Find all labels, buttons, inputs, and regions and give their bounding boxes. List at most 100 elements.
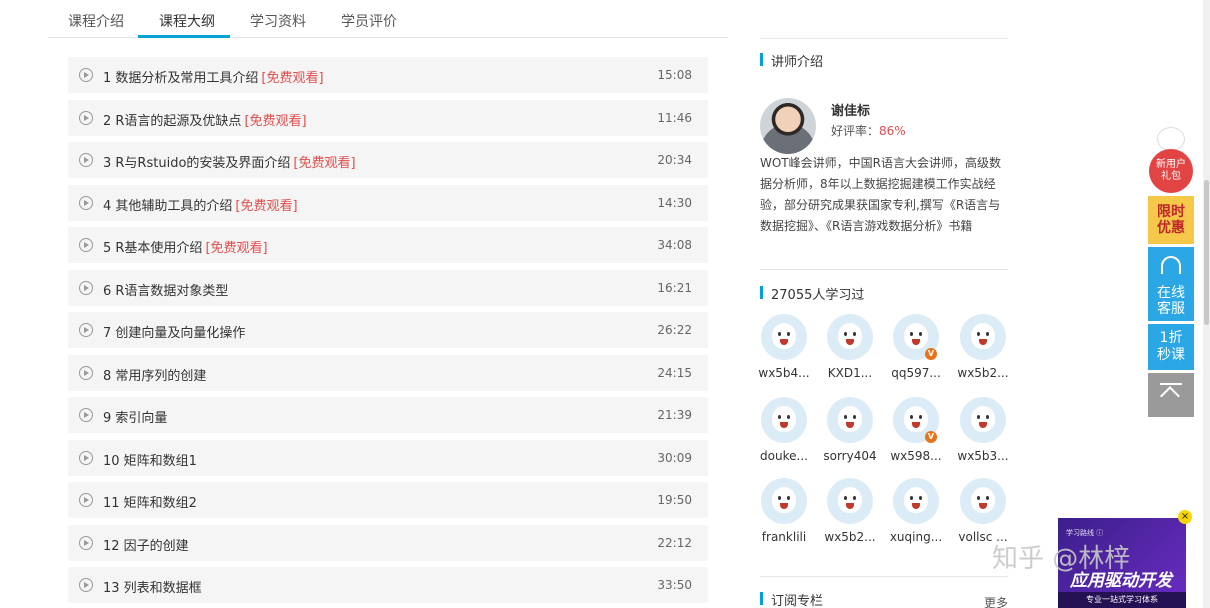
discount-line1: 1折: [1159, 330, 1183, 346]
discount-course-button[interactable]: 1折 秒课: [1148, 324, 1194, 370]
avatar-mouth: [912, 503, 920, 509]
ad-small-text: 学习路线 ⓘ: [1066, 529, 1104, 537]
avatar-mouth: [912, 339, 920, 345]
learner-item[interactable]: wx5b2...: [819, 478, 881, 544]
free-view-tag[interactable]: [免费观看]: [244, 114, 306, 129]
learner-item[interactable]: franklili: [753, 478, 815, 544]
learner-item[interactable]: douke...: [753, 397, 815, 463]
lesson-row[interactable]: 1 数据分析及常用工具介绍 [免费观看] 15:08: [68, 57, 708, 93]
online-service-line2: 客服: [1157, 301, 1185, 317]
learner-item[interactable]: wx5b3...: [952, 397, 1014, 463]
teacher-bio: WOT峰会讲师，中国R语言大会讲师，高级数据分析师，8年以上数据挖掘建模工作实战…: [760, 156, 1001, 233]
online-service-line1: 在线: [1157, 285, 1185, 301]
avatar-eyes: [844, 415, 856, 419]
teacher-section-title: 讲师介绍: [760, 51, 823, 70]
lesson-duration: 33:50: [657, 578, 692, 592]
teacher-name[interactable]: 谢佳标: [831, 100, 870, 119]
lesson-row[interactable]: 6 R语言数据对象类型 16:21: [68, 269, 708, 306]
lesson-title-text: 13 列表和数据框: [103, 581, 202, 596]
tab-course-intro[interactable]: 课程介绍: [68, 11, 124, 31]
lesson-title-text: 2 R语言的起源及优缺点: [103, 113, 242, 129]
new-user-gift-button[interactable]: 新用户 礼包: [1148, 127, 1194, 193]
lesson-row[interactable]: 3 R与Rstuido的安装及界面介绍 [免费观看] 20:34: [68, 142, 708, 178]
bear-avatar-icon: [960, 397, 1006, 443]
lesson-duration: 30:09: [657, 450, 692, 465]
scrollbar-thumb[interactable]: [1204, 180, 1209, 325]
free-view-tag[interactable]: [免费观看]: [205, 241, 267, 256]
learner-name: wx5b2...: [957, 366, 1009, 380]
lesson-title: 3 R与Rstuido的安装及界面介绍 [免费观看]: [103, 152, 356, 171]
lesson-row[interactable]: 5 R基本使用介绍 [免费观看] 34:08: [68, 227, 708, 263]
teacher-avatar[interactable]: [760, 98, 816, 154]
tab-student-reviews[interactable]: 学员评价: [341, 11, 397, 31]
lesson-row[interactable]: 11 矩阵和数组2 19:50: [68, 482, 708, 518]
lesson-row[interactable]: 10 矩阵和数组1 30:09: [68, 439, 708, 476]
free-view-tag[interactable]: [免费观看]: [293, 156, 355, 171]
play-icon: [79, 110, 93, 125]
learner-name: qq597...: [891, 366, 941, 380]
avatar-eyes: [910, 496, 922, 500]
rating-value: 86%: [879, 124, 906, 138]
bear-avatar-icon: [827, 314, 873, 360]
avatar-eyes: [977, 415, 989, 419]
online-service-button[interactable]: 在线 客服: [1148, 247, 1194, 321]
learner-item[interactable]: KXD1...: [819, 314, 881, 380]
lesson-duration: 19:50: [657, 493, 692, 507]
bear-avatar-icon: [761, 397, 807, 443]
lesson-duration: 24:15: [657, 365, 692, 380]
lesson-duration: 21:39: [657, 408, 692, 422]
bear-mascot-icon: [1157, 127, 1185, 151]
lesson-row[interactable]: 2 R语言的起源及优缺点 [免费观看] 11:46: [68, 99, 708, 136]
lesson-row[interactable]: 8 常用序列的创建 24:15: [68, 354, 708, 391]
learner-item[interactable]: wx5b2...: [952, 314, 1014, 380]
learner-name: wx5b2...: [824, 530, 876, 544]
avatar-mouth: [846, 422, 854, 428]
lesson-title: 6 R语言数据对象类型: [103, 280, 231, 299]
learner-item[interactable]: Vqq597...: [885, 314, 947, 380]
free-view-tag[interactable]: [免费观看]: [235, 199, 297, 214]
teacher-rating: 好评率：86%: [831, 122, 906, 139]
lesson-duration: 16:21: [657, 280, 692, 295]
back-to-top-button[interactable]: [1148, 373, 1194, 417]
avatar-eyes: [844, 332, 856, 336]
limited-offer-line2: 优惠: [1157, 220, 1185, 236]
lesson-title: 13 列表和数据框: [103, 577, 205, 596]
tab-course-outline[interactable]: 课程大纲: [159, 11, 215, 31]
learner-name: KXD1...: [827, 366, 873, 380]
lesson-duration: 11:46: [657, 110, 692, 125]
learner-item[interactable]: vollsc ...: [952, 478, 1014, 544]
lesson-row[interactable]: 12 因子的创建 22:12: [68, 524, 708, 561]
lesson-title-text: 3 R与Rstuido的安装及界面介绍: [103, 156, 291, 171]
lesson-title: 4 其他辅助工具的介绍 [免费观看]: [103, 195, 298, 214]
lesson-title: 10 矩阵和数组1: [103, 450, 200, 469]
avatar-eyes: [977, 332, 989, 336]
avatar-eyes: [844, 496, 856, 500]
lesson-row[interactable]: 13 列表和数据框 33:50: [68, 567, 708, 603]
lesson-title-text: 5 R基本使用介绍: [103, 241, 203, 256]
rating-label: 好评率：: [831, 124, 880, 138]
learner-item[interactable]: wx5b4...: [753, 314, 815, 380]
bear-avatar-icon: [761, 314, 807, 360]
divider: [760, 38, 1008, 39]
limited-offer-button[interactable]: 限时 优惠: [1148, 196, 1194, 244]
tab-study-materials[interactable]: 学习资料: [250, 11, 306, 31]
lesson-row[interactable]: 4 其他辅助工具的介绍 [免费观看] 14:30: [68, 184, 708, 221]
learner-item[interactable]: xuqing...: [885, 478, 947, 544]
lesson-duration: 34:08: [657, 238, 692, 252]
bear-avatar-icon: [761, 478, 807, 524]
lesson-row[interactable]: 9 索引向量 21:39: [68, 397, 708, 433]
lesson-title-text: 6 R语言数据对象类型: [103, 283, 229, 299]
avatar-eyes: [977, 496, 989, 500]
bear-avatar-icon: [827, 478, 873, 524]
active-tab-indicator: [138, 35, 230, 38]
lesson-row[interactable]: 7 创建向量及向量化操作 26:22: [68, 312, 708, 348]
learner-item[interactable]: sorry404: [819, 397, 881, 463]
play-icon: [79, 408, 93, 422]
lesson-title-text: 10 矩阵和数组1: [103, 453, 197, 469]
free-view-tag[interactable]: [免费观看]: [261, 71, 323, 86]
avatar-mouth: [979, 503, 987, 509]
learner-item[interactable]: Vwx598...: [885, 397, 947, 463]
avatar-eyes: [910, 415, 922, 419]
more-link[interactable]: 更多: [984, 594, 1008, 608]
ad-close-icon[interactable]: ×: [1178, 510, 1192, 524]
